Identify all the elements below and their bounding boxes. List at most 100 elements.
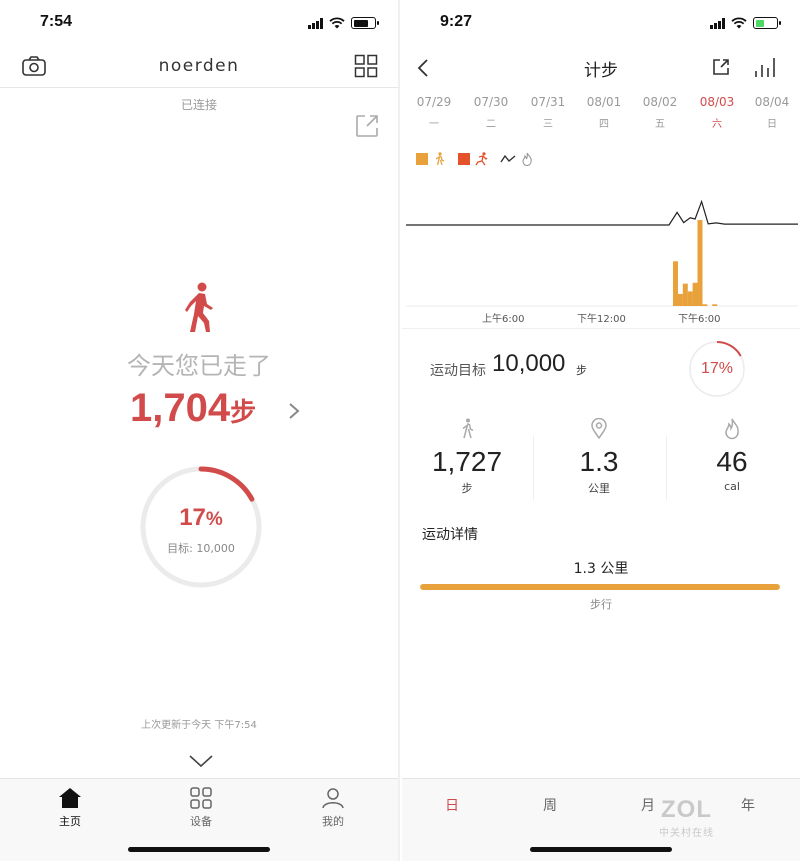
- status-icons: [710, 17, 781, 29]
- goal-unit: 步: [576, 364, 587, 377]
- share-icon[interactable]: [712, 58, 730, 76]
- steps-chart: [406, 180, 798, 310]
- goal-percent: 17%: [700, 360, 734, 377]
- chevron-down-icon[interactable]: [188, 754, 214, 768]
- grid-icon[interactable]: [354, 54, 378, 78]
- date-0731[interactable]: 07/31 三: [520, 95, 576, 130]
- walking-icon: [462, 418, 474, 439]
- chart-bar-7: [712, 304, 718, 306]
- location-pin-icon: [591, 418, 607, 440]
- x-tick-1: 下午12:00: [577, 314, 626, 325]
- x-tick-0: 上午6:00: [482, 314, 525, 325]
- walking-icon: [435, 152, 445, 166]
- goal-value: 10,000: [492, 350, 566, 377]
- today-steps-unit: 步: [230, 397, 257, 427]
- metric-distance: 1.3 公里: [534, 418, 664, 496]
- date-0804[interactable]: 08/04 日: [744, 95, 800, 130]
- devices-icon: [190, 787, 212, 809]
- flame-icon: [725, 418, 739, 440]
- tab-year[interactable]: 年: [718, 795, 778, 815]
- line-swatch-icon: [500, 154, 516, 163]
- status-bar: 9:27: [402, 0, 800, 46]
- top-bar: 计步: [402, 46, 800, 88]
- page-title: 计步: [584, 61, 618, 81]
- date-0803-selected[interactable]: 08/03 六: [689, 95, 745, 130]
- home-screen: 7:54 noerden 已连接 今天您已走了 1,704步 17% 目标: 1…: [0, 0, 400, 861]
- metric-steps-value: 1,727: [431, 446, 503, 477]
- date-0801[interactable]: 08/01 四: [576, 95, 632, 130]
- cellular-signal-icon: [710, 17, 725, 29]
- share-icon[interactable]: [355, 114, 379, 138]
- goal-percent: 17%: [179, 504, 223, 531]
- legend-running: [458, 152, 488, 166]
- chart-canvas: [406, 199, 798, 307]
- activity-progress-fill: [420, 584, 780, 590]
- home-indicator: [530, 847, 672, 852]
- metric-distance-unit: 公里: [588, 482, 610, 495]
- wifi-icon: [329, 17, 345, 29]
- cellular-signal-icon: [308, 17, 323, 29]
- goal-label: 目标: 10,000: [167, 542, 235, 555]
- chart-line-series: [406, 199, 798, 226]
- today-steps[interactable]: 1,704步: [130, 386, 256, 431]
- chart-legend: [416, 150, 534, 168]
- top-bar: noerden: [0, 46, 398, 88]
- walked-today-label: 今天您已走了: [127, 352, 271, 380]
- chart-bar-5: [697, 220, 703, 306]
- activity-detail-title: 运动详情: [422, 527, 478, 543]
- metric-distance-value: 1.3: [579, 446, 619, 477]
- last-updated: 上次更新于今天 下午7:54: [141, 720, 257, 731]
- legend-walking: [416, 152, 446, 166]
- legend-calories: [500, 152, 534, 166]
- home-icon: [59, 788, 81, 808]
- metric-steps-unit: 步: [461, 482, 473, 495]
- profile-icon: [322, 788, 344, 809]
- activity-progress-bar: [420, 584, 780, 590]
- date-0802[interactable]: 08/02 五: [632, 95, 688, 130]
- status-bar: 7:54: [0, 0, 398, 46]
- metric-calories-value: 46: [716, 446, 748, 477]
- tab-week[interactable]: 周: [520, 795, 580, 815]
- activity-distance: 1.3 公里: [573, 561, 629, 577]
- tab-home[interactable]: 主页: [30, 787, 110, 829]
- date-0729[interactable]: 07/29 一: [406, 95, 462, 130]
- date-selector: 07/29 一 07/30 二 07/31 三 08/01 四 08/02 五 08/03…: [406, 95, 800, 130]
- battery-icon: [351, 17, 379, 29]
- walking-swatch: [416, 153, 428, 165]
- divider: [402, 328, 800, 329]
- running-icon: [475, 152, 488, 166]
- tab-profile[interactable]: 我的: [293, 787, 373, 829]
- bottom-tab-bar: 主页 设备 我的: [0, 778, 398, 861]
- tab-devices[interactable]: 设备: [161, 787, 241, 829]
- status-icons: [308, 17, 379, 29]
- calories-icon: [522, 152, 532, 166]
- date-0730[interactable]: 07/30 二: [463, 95, 519, 130]
- activity-mode: 步行: [590, 598, 612, 611]
- step-detail-screen: 9:27 计步 07/29 一 07/30 二 07/31 三 08/01 四 08/0…: [402, 0, 800, 861]
- metric-calories-unit: cal: [724, 480, 740, 493]
- chart-bar-0: [673, 261, 678, 306]
- walking-person-icon: [185, 282, 213, 332]
- tab-day[interactable]: 日: [422, 795, 482, 815]
- bar-chart-icon[interactable]: [754, 56, 778, 78]
- x-tick-2: 下午6:00: [678, 314, 721, 325]
- chart-bar-1: [677, 293, 683, 306]
- connection-status: 已连接: [180, 98, 217, 112]
- brand-logo: noerden: [158, 56, 240, 76]
- battery-charging-icon: [753, 17, 781, 29]
- chart-bar-4: [692, 282, 698, 306]
- goal-label: 运动目标: [430, 363, 486, 379]
- metric-steps: 1,727 步: [402, 418, 532, 496]
- chevron-right-icon[interactable]: [288, 402, 300, 420]
- chart-bar-6: [702, 304, 708, 306]
- metric-calories: 46 cal: [667, 418, 797, 493]
- status-time: 9:27: [440, 13, 473, 30]
- chart-bar-2: [682, 283, 688, 306]
- home-indicator: [128, 847, 270, 852]
- wifi-icon: [731, 17, 747, 29]
- running-swatch: [458, 153, 470, 165]
- period-tab-bar: 日 周 月 年: [402, 778, 800, 861]
- status-time: 7:54: [40, 13, 73, 30]
- today-steps-value: 1,704: [130, 386, 231, 430]
- chart-bar-3: [687, 291, 693, 306]
